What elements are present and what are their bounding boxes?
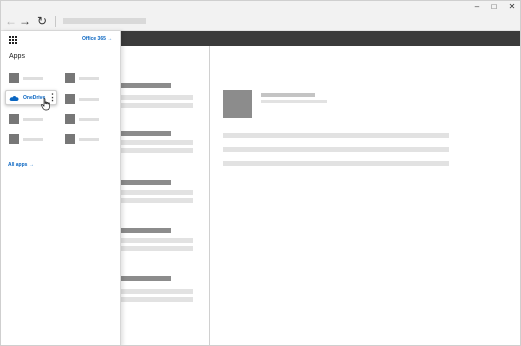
app-tile-label[interactable] bbox=[79, 98, 99, 101]
apps-heading: Apps bbox=[9, 53, 25, 60]
address-bar[interactable] bbox=[63, 18, 146, 24]
detail-image bbox=[223, 90, 252, 118]
app-tile-icon[interactable] bbox=[9, 73, 19, 83]
app-tile-icon[interactable] bbox=[65, 94, 75, 104]
office-365-link[interactable]: Office 365 → bbox=[82, 36, 112, 42]
list-heading bbox=[121, 83, 171, 88]
browser-window: – □ ✕ ← → ↻ Office 365 → Apps OneDrive ⋮… bbox=[0, 0, 521, 346]
app-tile-icon[interactable] bbox=[9, 114, 19, 124]
column-divider bbox=[209, 46, 210, 345]
app-launcher-panel: Office 365 → Apps OneDrive ⋮ All apps → bbox=[1, 31, 121, 345]
app-tile-icon[interactable] bbox=[65, 134, 75, 144]
hand-cursor-icon bbox=[41, 98, 50, 111]
detail-text-line bbox=[223, 147, 449, 152]
list-heading bbox=[121, 228, 171, 233]
forward-icon[interactable]: → bbox=[17, 13, 33, 29]
detail-title bbox=[261, 93, 315, 97]
list-heading bbox=[121, 131, 171, 136]
app-tile-label[interactable] bbox=[79, 118, 99, 121]
app-launcher-icon[interactable] bbox=[9, 36, 17, 44]
list-item bbox=[121, 246, 193, 251]
list-heading bbox=[121, 180, 171, 185]
list-item bbox=[121, 103, 193, 108]
onedrive-cloud-icon bbox=[9, 96, 19, 101]
close-button[interactable]: ✕ bbox=[504, 1, 520, 12]
list-item bbox=[121, 297, 193, 302]
detail-text-line bbox=[223, 161, 449, 166]
app-tile-label[interactable] bbox=[23, 77, 43, 80]
app-tile-label[interactable] bbox=[79, 77, 99, 80]
list-item bbox=[121, 238, 193, 243]
browser-toolbar: ← → ↻ bbox=[1, 12, 520, 31]
list-item bbox=[121, 140, 193, 145]
list-item bbox=[121, 148, 193, 153]
all-apps-link[interactable]: All apps → bbox=[8, 162, 34, 168]
app-tile-icon[interactable] bbox=[9, 134, 19, 144]
maximize-button[interactable]: □ bbox=[486, 1, 502, 12]
detail-text-line bbox=[223, 133, 449, 138]
list-item bbox=[121, 95, 193, 100]
app-tile-icon[interactable] bbox=[65, 73, 75, 83]
detail-subtitle bbox=[261, 100, 327, 103]
app-tile-label[interactable] bbox=[23, 138, 43, 141]
app-tile-label[interactable] bbox=[23, 118, 43, 121]
toolbar-divider bbox=[55, 16, 56, 27]
list-heading bbox=[121, 276, 171, 281]
list-item bbox=[121, 190, 193, 195]
app-tile-label[interactable] bbox=[79, 138, 99, 141]
title-bar: – □ ✕ bbox=[1, 1, 520, 12]
list-item bbox=[121, 289, 193, 294]
app-tile-icon[interactable] bbox=[65, 114, 75, 124]
list-item bbox=[121, 198, 193, 203]
minimize-button[interactable]: – bbox=[469, 1, 485, 12]
refresh-icon[interactable]: ↻ bbox=[34, 13, 50, 29]
